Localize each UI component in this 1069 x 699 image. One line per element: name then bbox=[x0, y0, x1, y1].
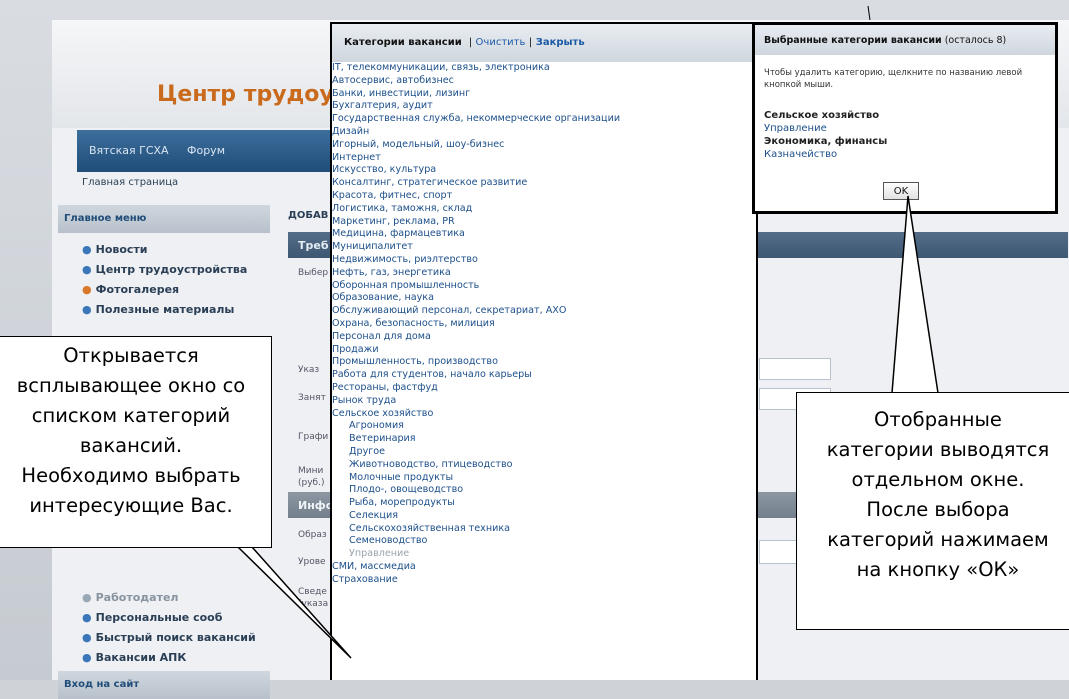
callout-line: категории выводятся bbox=[826, 438, 1050, 461]
callout-line: отдельном окне. bbox=[851, 468, 1025, 491]
callout-line: интересующие Вас. bbox=[29, 494, 233, 517]
callout-line: Отобранные bbox=[874, 408, 1002, 431]
cursor-mark bbox=[867, 5, 871, 21]
callout-line: Открывается bbox=[63, 344, 199, 367]
callout-line: всплывающее окно со bbox=[16, 374, 246, 397]
right-callout: Отобранные категории выводятся отдельном… bbox=[796, 392, 1069, 630]
callout-line: на кнопку «ОК» bbox=[856, 558, 1020, 581]
callout-line: вакансий. bbox=[79, 434, 183, 457]
left-callout-pointer bbox=[236, 546, 352, 659]
right-callout-pointer bbox=[891, 195, 939, 394]
callout-line: категорий нажимаем bbox=[827, 528, 1049, 551]
callout-line: После выбора bbox=[866, 498, 1010, 521]
callout-line: Необходимо выбрать bbox=[21, 464, 241, 487]
left-callout: Открывается всплывающее окно со списком … bbox=[0, 336, 272, 548]
callout-line: списком категорий bbox=[31, 404, 231, 427]
